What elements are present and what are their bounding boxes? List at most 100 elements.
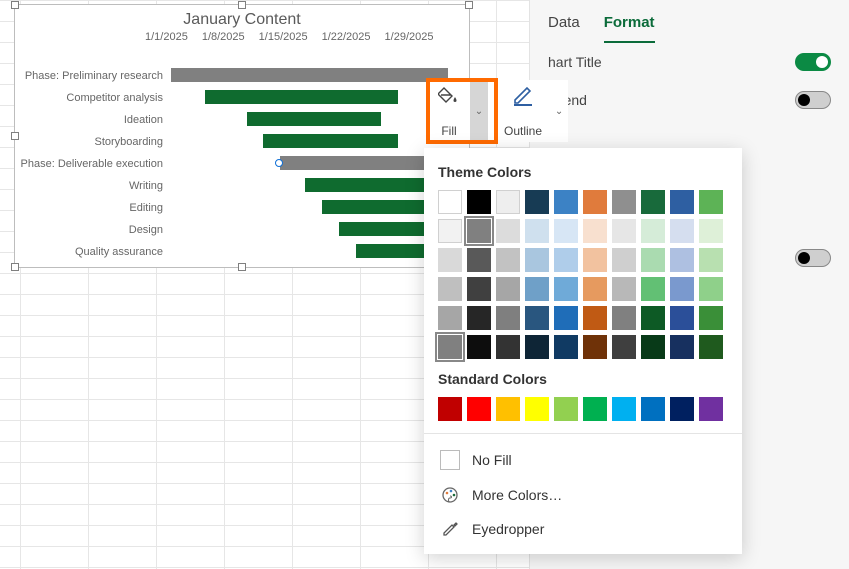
color-swatch[interactable] [583,335,607,359]
color-swatch[interactable] [670,219,694,243]
color-swatch[interactable] [583,190,607,214]
tab-format[interactable]: Format [604,8,655,43]
color-swatch[interactable] [583,306,607,330]
color-swatch[interactable] [467,248,491,272]
color-swatch[interactable] [699,397,723,421]
toggle-legend[interactable] [795,91,831,109]
fill-dropdown[interactable]: ⌄ [470,80,488,142]
color-swatch[interactable] [438,277,462,301]
color-swatch[interactable] [438,248,462,272]
toggle-chart-title[interactable] [795,53,831,71]
color-swatch[interactable] [467,219,491,243]
color-swatch[interactable] [612,219,636,243]
color-swatch[interactable] [525,277,549,301]
gantt-chart[interactable]: January Content 1/1/20251/8/20251/15/202… [14,4,470,268]
fill-label: Fill [441,124,456,138]
gantt-bar[interactable] [247,112,381,126]
resize-handle[interactable] [11,1,19,9]
category-label: Design [15,224,171,236]
color-swatch[interactable] [554,335,578,359]
color-swatch[interactable] [554,219,578,243]
color-swatch[interactable] [670,335,694,359]
color-swatch[interactable] [496,248,520,272]
chart-plot-area[interactable]: Phase: Preliminary researchCompetitor an… [15,65,465,263]
color-swatch[interactable] [641,277,665,301]
resize-handle[interactable] [238,263,246,271]
color-swatch[interactable] [525,248,549,272]
color-swatch[interactable] [699,335,723,359]
color-swatch[interactable] [496,306,520,330]
gantt-bar[interactable] [171,68,448,82]
color-swatch[interactable] [670,190,694,214]
color-swatch[interactable] [641,219,665,243]
color-swatch[interactable] [496,335,520,359]
color-swatch[interactable] [612,248,636,272]
color-swatch[interactable] [438,335,462,359]
series-select-handle[interactable] [275,159,283,167]
color-swatch[interactable] [583,397,607,421]
color-swatch[interactable] [438,397,462,421]
color-swatch[interactable] [525,219,549,243]
color-swatch[interactable] [699,306,723,330]
color-swatch[interactable] [554,306,578,330]
color-swatch[interactable] [554,397,578,421]
color-swatch[interactable] [525,335,549,359]
color-swatch[interactable] [641,248,665,272]
color-swatch[interactable] [467,397,491,421]
color-swatch[interactable] [612,190,636,214]
color-swatch[interactable] [612,306,636,330]
color-swatch[interactable] [583,248,607,272]
resize-handle[interactable] [11,263,19,271]
color-swatch[interactable] [467,190,491,214]
resize-handle[interactable] [238,1,246,9]
color-swatch[interactable] [699,219,723,243]
color-swatch[interactable] [467,277,491,301]
color-swatch[interactable] [583,219,607,243]
toggle-option-3[interactable] [795,249,831,267]
color-swatch[interactable] [496,219,520,243]
color-swatch[interactable] [612,277,636,301]
resize-handle[interactable] [465,1,473,9]
color-swatch[interactable] [496,190,520,214]
tab-data[interactable]: Data [548,8,580,43]
color-swatch[interactable] [641,306,665,330]
outline-dropdown[interactable]: ⌄ [550,80,568,142]
color-swatch[interactable] [496,397,520,421]
color-swatch[interactable] [699,248,723,272]
x-tick-label: 1/15/2025 [259,31,308,43]
chart-row: Ideation [15,109,465,131]
color-swatch[interactable] [438,306,462,330]
fill-button[interactable]: Fill [428,80,470,142]
color-swatch[interactable] [438,190,462,214]
color-swatch[interactable] [525,306,549,330]
color-swatch[interactable] [641,397,665,421]
eyedropper-option[interactable]: Eyedropper [438,512,728,546]
chevron-down-icon: ⌄ [555,106,563,117]
gantt-bar[interactable] [205,90,398,104]
color-swatch[interactable] [670,306,694,330]
color-swatch[interactable] [554,248,578,272]
gantt-bar[interactable] [280,156,448,170]
color-swatch[interactable] [554,277,578,301]
color-swatch[interactable] [467,335,491,359]
color-swatch[interactable] [670,248,694,272]
color-swatch[interactable] [525,397,549,421]
color-swatch[interactable] [612,397,636,421]
color-swatch[interactable] [670,397,694,421]
color-swatch[interactable] [699,277,723,301]
color-swatch[interactable] [699,190,723,214]
outline-button[interactable]: Outline [496,80,550,142]
color-swatch[interactable] [641,335,665,359]
color-swatch[interactable] [554,190,578,214]
more-colors-option[interactable]: More Colors… [438,478,728,512]
color-swatch[interactable] [583,277,607,301]
color-swatch[interactable] [612,335,636,359]
color-swatch[interactable] [670,277,694,301]
color-swatch[interactable] [641,190,665,214]
no-fill-option[interactable]: No Fill [438,442,728,478]
color-swatch[interactable] [525,190,549,214]
gantt-bar[interactable] [263,134,397,148]
color-swatch[interactable] [496,277,520,301]
color-swatch[interactable] [438,219,462,243]
color-swatch[interactable] [467,306,491,330]
